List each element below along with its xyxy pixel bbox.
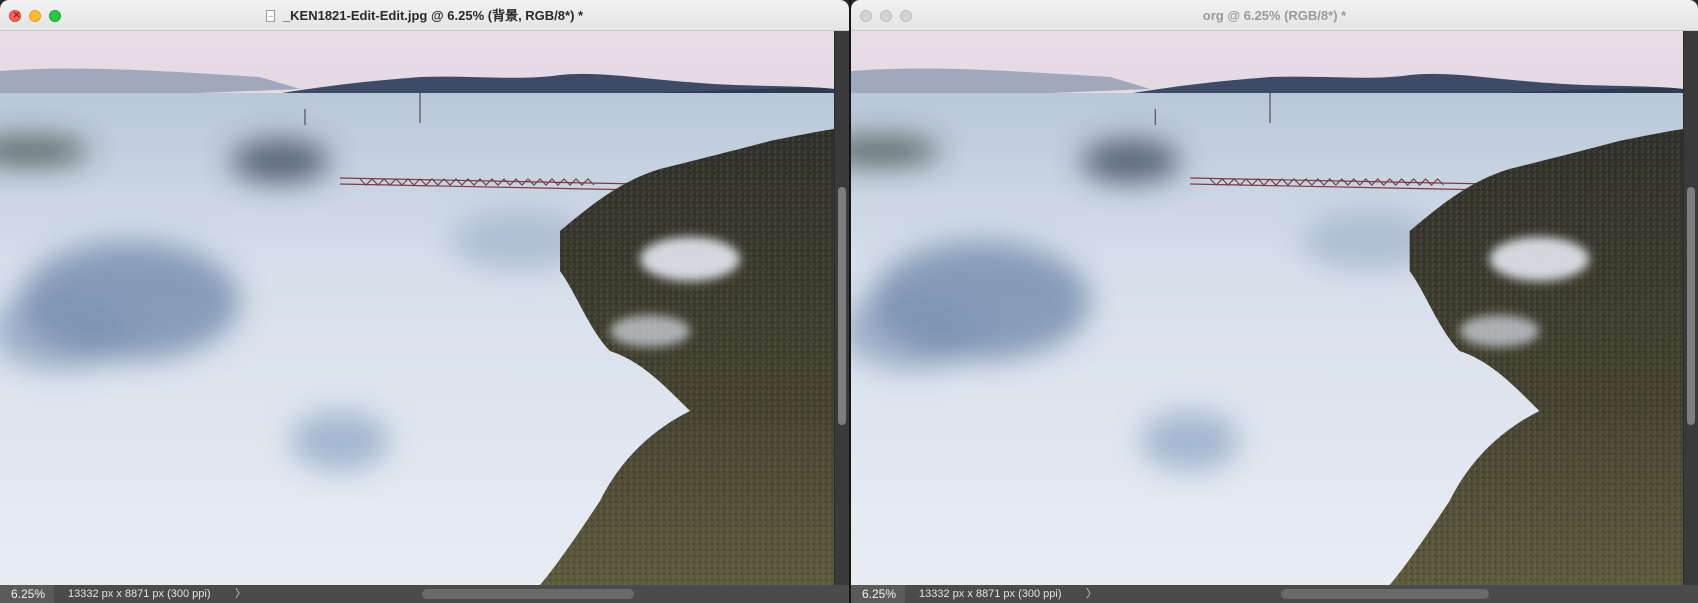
chevron-right-icon[interactable]: 〉	[1086, 585, 1097, 603]
close-icon[interactable]	[860, 10, 872, 22]
chevron-right-icon[interactable]: 〉	[235, 585, 246, 603]
photo	[851, 31, 1683, 585]
vertical-scrollbar[interactable]	[1683, 31, 1698, 585]
window-title-text: org @ 6.25% (RGB/8*) *	[1202, 8, 1347, 23]
zoom-level[interactable]: 6.25%	[0, 585, 54, 603]
vertical-scroll-thumb[interactable]	[1687, 187, 1695, 425]
document-icon	[265, 10, 275, 22]
window-title-text: _KEN1821-Edit-Edit.jpg @ 6.25% (背景, RGB/…	[282, 8, 584, 23]
document-window-left[interactable]: _KEN1821-Edit-Edit.jpg @ 6.25% (背景, RGB/…	[0, 0, 849, 603]
window-titlebar[interactable]: _KEN1821-Edit-Edit.jpg @ 6.25% (背景, RGB/…	[0, 0, 849, 31]
window-title: _KEN1821-Edit-Edit.jpg @ 6.25% (背景, RGB/…	[80, 0, 769, 31]
photo	[0, 31, 834, 585]
horizontal-scroll-thumb[interactable]	[1281, 589, 1489, 599]
status-bar: 6.25% 13332 px x 8871 px (300 ppi) 〉	[0, 585, 849, 603]
window-title: org @ 6.25% (RGB/8*) *	[931, 0, 1618, 31]
minimize-icon[interactable]	[29, 10, 41, 22]
zoom-level[interactable]: 6.25%	[851, 585, 905, 603]
document-dimensions: 13332 px x 8871 px (300 ppi)	[68, 588, 211, 600]
vertical-scrollbar[interactable]	[834, 31, 849, 585]
window-titlebar[interactable]: org @ 6.25% (RGB/8*) *	[851, 0, 1698, 31]
status-bar: 6.25% 13332 px x 8871 px (300 ppi) 〉	[851, 585, 1698, 603]
image-canvas[interactable]	[0, 31, 834, 585]
maximize-icon[interactable]	[49, 10, 61, 22]
document-dimensions: 13332 px x 8871 px (300 ppi)	[919, 588, 1062, 600]
minimize-icon[interactable]	[880, 10, 892, 22]
maximize-icon[interactable]	[900, 10, 912, 22]
horizontal-scroll-thumb[interactable]	[422, 589, 634, 599]
document-window-right[interactable]: org @ 6.25% (RGB/8*) * 6.25% 13332 px x …	[851, 0, 1698, 603]
image-canvas[interactable]	[851, 31, 1683, 585]
vertical-scroll-thumb[interactable]	[838, 187, 846, 425]
close-icon[interactable]	[9, 8, 21, 22]
